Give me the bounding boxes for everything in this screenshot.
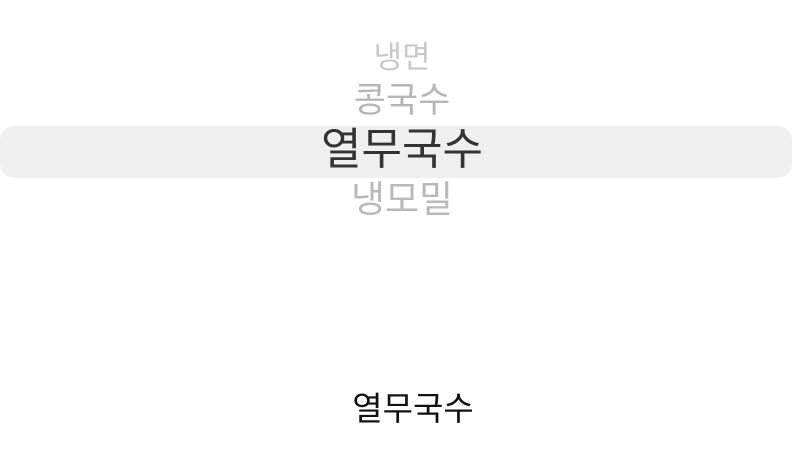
picker-option[interactable]: 냉모밀 [0, 181, 804, 218]
picker-option-selected[interactable]: 열무국수 [0, 128, 804, 172]
selected-value-label: 열무국수 [352, 389, 474, 428]
picker-option[interactable]: 냉면 [0, 43, 804, 74]
noodle-picker-wheel[interactable]: 냉면 콩국수 열무국수 냉모밀 [0, 0, 804, 240]
picker-option[interactable]: 콩국수 [0, 84, 804, 119]
